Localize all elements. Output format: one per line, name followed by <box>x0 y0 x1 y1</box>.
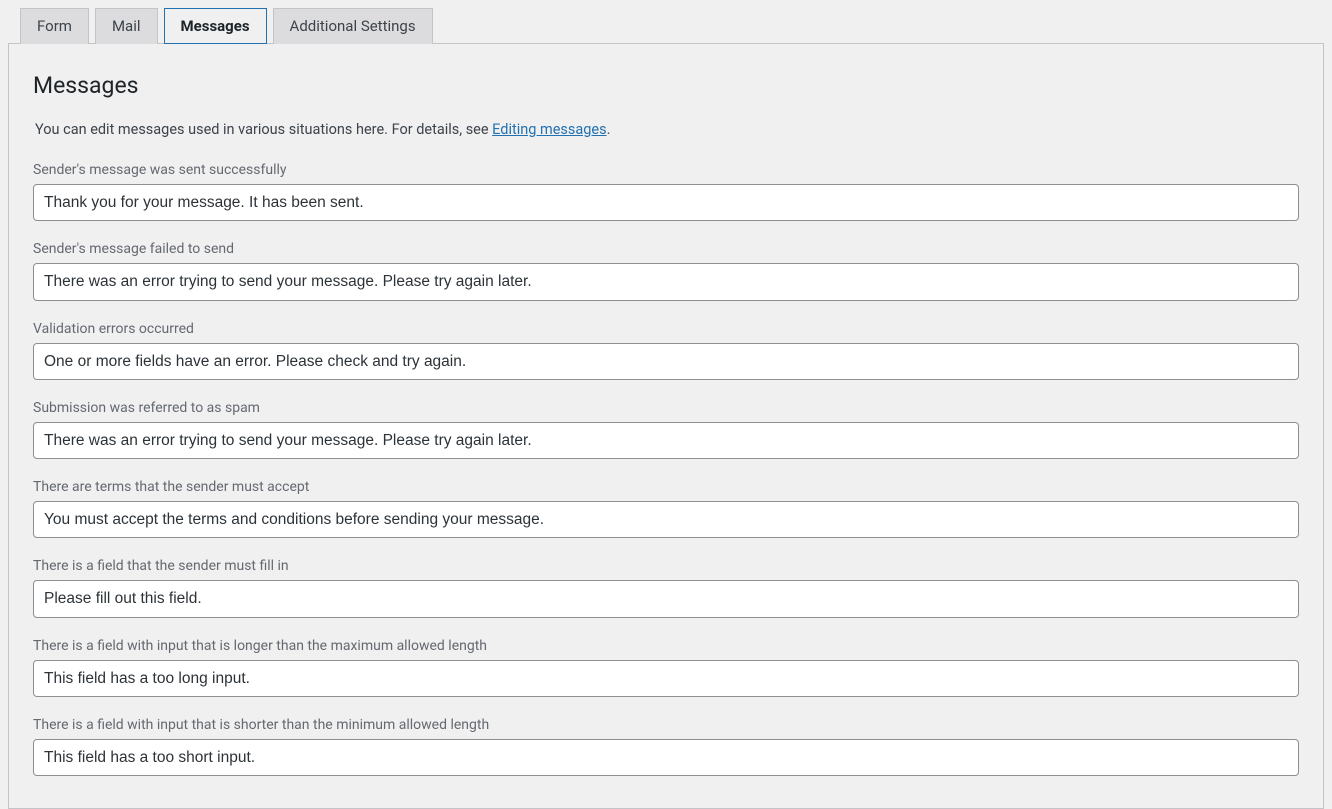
label-validation-error: Validation errors occurred <box>33 321 1299 337</box>
intro-text: You can edit messages used in various si… <box>35 121 1299 138</box>
intro-prefix: You can edit messages used in various si… <box>35 121 492 138</box>
input-accept-terms[interactable] <box>33 501 1299 538</box>
editing-messages-link[interactable]: Editing messages <box>492 121 606 138</box>
input-sent-ok[interactable] <box>33 184 1299 221</box>
label-too-long: There is a field with input that is long… <box>33 638 1299 654</box>
section-heading: Messages <box>33 72 1299 99</box>
field-validation-error: Validation errors occurred <box>33 321 1299 380</box>
tab-bar: Form Mail Messages Additional Settings <box>8 8 1324 44</box>
input-too-short[interactable] <box>33 739 1299 776</box>
label-sent-ng: Sender's message failed to send <box>33 241 1299 257</box>
tab-additional-settings[interactable]: Additional Settings <box>273 8 433 44</box>
field-sent-ng: Sender's message failed to send <box>33 241 1299 300</box>
field-accept-terms: There are terms that the sender must acc… <box>33 479 1299 538</box>
field-too-short: There is a field with input that is shor… <box>33 717 1299 776</box>
tab-mail[interactable]: Mail <box>95 8 158 44</box>
tab-form[interactable]: Form <box>20 8 89 44</box>
field-too-long: There is a field with input that is long… <box>33 638 1299 697</box>
field-required: There is a field that the sender must fi… <box>33 558 1299 617</box>
label-too-short: There is a field with input that is shor… <box>33 717 1299 733</box>
field-sent-ok: Sender's message was sent successfully <box>33 162 1299 221</box>
label-accept-terms: There are terms that the sender must acc… <box>33 479 1299 495</box>
label-spam: Submission was referred to as spam <box>33 400 1299 416</box>
label-required: There is a field that the sender must fi… <box>33 558 1299 574</box>
input-sent-ng[interactable] <box>33 263 1299 300</box>
intro-suffix: . <box>607 121 611 138</box>
messages-panel: Messages You can edit messages used in v… <box>8 43 1324 809</box>
input-too-long[interactable] <box>33 660 1299 697</box>
tab-messages[interactable]: Messages <box>164 8 267 44</box>
label-sent-ok: Sender's message was sent successfully <box>33 162 1299 178</box>
input-spam[interactable] <box>33 422 1299 459</box>
input-validation-error[interactable] <box>33 343 1299 380</box>
field-spam: Submission was referred to as spam <box>33 400 1299 459</box>
input-required[interactable] <box>33 580 1299 617</box>
